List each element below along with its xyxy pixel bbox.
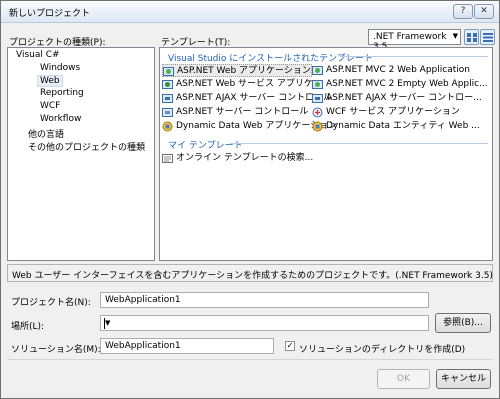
description-text: Web ユーザー インターフェイスを含むアプリケーションを作成するためのプロジェ… <box>12 271 493 281</box>
tree-item-wcf[interactable]: WCF <box>38 101 62 111</box>
group-divider <box>340 56 488 57</box>
small-icons-view-button[interactable] <box>480 29 495 45</box>
web-project-icon <box>163 67 174 76</box>
template-label: オンライン テンプレートの検索... <box>176 153 314 163</box>
list-view-icon <box>483 33 493 42</box>
template-label: ASP.NET Web サービス アプリケ... <box>176 79 322 89</box>
new-project-dialog: 新しいプロジェクト ? ✕ プロジェクトの種類(P): Visual C# Wi… <box>0 0 500 399</box>
tree-item-windows[interactable]: Windows <box>38 63 82 73</box>
create-directory-label[interactable]: ソリューションのディレクトリを作成(D) <box>299 342 465 355</box>
solution-name-input[interactable]: WebApplication1 <box>100 338 274 354</box>
template-aspnet-server-control[interactable]: ASP.NET サーバー コントロール <box>162 106 308 119</box>
template-label: ASP.NET MVC 2 Empty Web Applic... <box>326 79 488 89</box>
template-label: WCF サービス アプリケーション <box>326 107 460 117</box>
template-mvc2-web-app[interactable]: ASP.NET MVC 2 Web Application <box>312 64 470 77</box>
template-label: ASP.NET AJAX サーバー コントロー... <box>326 93 482 103</box>
template-aspnet-web-app[interactable]: ASP.NET Web アプリケーション <box>162 64 312 77</box>
chevron-down-icon[interactable]: ▼ <box>105 319 425 327</box>
template-aspnet-ajax-server-control[interactable]: ASP.NET AJAX サーバー コントロール <box>162 92 332 105</box>
dynamic-data-entities-icon <box>312 121 323 132</box>
help-icon: ? <box>460 6 466 16</box>
template-label: Dynamic Data エンティティ Web ... <box>326 121 480 131</box>
search-online-icon <box>162 154 173 163</box>
solution-name-label: ソリューション名(M): <box>11 345 101 355</box>
checkmark-icon: ✓ <box>286 341 294 350</box>
template-dynamic-data-entities[interactable]: Dynamic Data エンティティ Web ... <box>312 120 480 133</box>
location-combobox[interactable]: ▼ <box>100 315 429 331</box>
location-label: 場所(L): <box>11 322 45 332</box>
installed-templates-header: Visual Studio にインストールされたテンプレート <box>168 54 373 64</box>
help-button[interactable]: ? <box>453 4 473 19</box>
template-label: ASP.NET MVC 2 Web Application <box>326 65 470 75</box>
framework-select[interactable]: .NET Framework 3.5 ▼ <box>368 29 461 52</box>
create-directory-checkbox[interactable]: ✓ <box>285 341 295 351</box>
dynamic-data-icon <box>162 121 173 132</box>
template-dynamic-data-web-app[interactable]: Dynamic Data Web アプリケーション <box>162 120 337 133</box>
tree-item-reporting[interactable]: Reporting <box>38 88 86 98</box>
mvc-project-icon <box>312 66 323 75</box>
large-icons-view-button[interactable] <box>464 29 479 45</box>
close-button[interactable]: ✕ <box>474 4 494 19</box>
tree-item-other-project-types[interactable]: その他のプロジェクトの種類 <box>26 140 147 153</box>
template-label: ASP.NET AJAX サーバー コントロール <box>176 93 333 103</box>
template-mvc2-empty-web-app[interactable]: ASP.NET MVC 2 Empty Web Applic... <box>312 78 488 91</box>
web-service-icon <box>162 80 173 89</box>
tree-item-workflow[interactable]: Workflow <box>38 114 83 124</box>
ok-button[interactable]: OK <box>377 369 430 389</box>
templates-list[interactable]: Visual Studio にインストールされたテンプレート ASP.NET W… <box>159 47 493 261</box>
template-wcf-service-app[interactable]: WCF サービス アプリケーション <box>312 106 460 119</box>
group-divider <box>230 143 488 144</box>
template-description: Web ユーザー インターフェイスを含むアプリケーションを作成するためのプロジェ… <box>7 264 493 282</box>
template-aspnet-ajax-server-control-2[interactable]: ASP.NET AJAX サーバー コントロー... <box>312 92 482 105</box>
project-name-input[interactable]: WebApplication1 <box>100 292 429 308</box>
server-control-icon <box>162 108 173 117</box>
template-label: ASP.NET サーバー コントロール <box>176 107 309 117</box>
ajax-extender-icon <box>312 94 323 103</box>
footer-divider <box>7 359 493 360</box>
mvc-empty-icon <box>312 80 323 89</box>
tree-item-visual-csharp[interactable]: Visual C# <box>14 50 62 60</box>
tree-item-web[interactable]: Web <box>37 75 63 87</box>
window-title: 新しいプロジェクト <box>9 9 91 19</box>
chevron-down-icon: ▼ <box>452 32 458 40</box>
solution-name-value: WebApplication1 <box>105 341 181 351</box>
template-aspnet-web-service[interactable]: ASP.NET Web サービス アプリケ... <box>162 78 321 91</box>
cancel-button[interactable]: キャンセル <box>436 369 491 389</box>
title-bar: 新しいプロジェクト ? ✕ <box>1 1 499 23</box>
wcf-service-icon <box>312 107 323 118</box>
ajax-control-icon <box>162 94 173 103</box>
project-name-label: プロジェクト名(N): <box>11 298 91 308</box>
template-search-online[interactable]: オンライン テンプレートの検索... <box>162 152 313 165</box>
project-name-value: WebApplication1 <box>105 295 181 305</box>
large-icons-icon <box>467 33 477 42</box>
template-label: ASP.NET Web アプリケーション <box>177 66 311 76</box>
close-icon: ✕ <box>480 6 488 16</box>
tree-item-other-languages[interactable]: 他の言語 <box>26 127 66 140</box>
my-templates-header: マイ テンプレート <box>168 141 243 151</box>
project-types-tree[interactable]: Visual C# Windows Web Reporting WCF Work… <box>7 47 155 261</box>
browse-button[interactable]: 参照(B)... <box>435 313 491 333</box>
